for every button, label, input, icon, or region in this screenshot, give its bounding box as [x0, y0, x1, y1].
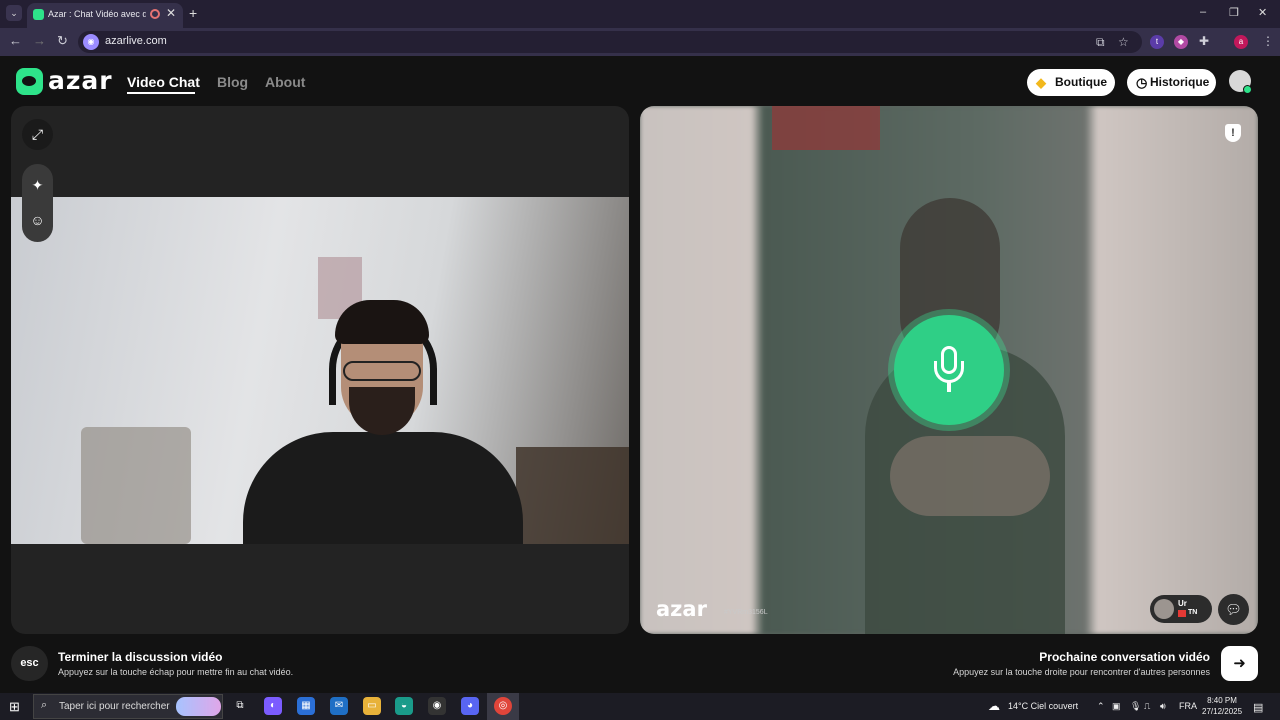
extension-t-icon[interactable]: t: [1150, 35, 1164, 49]
nav-video-chat[interactable]: Video Chat: [127, 74, 200, 90]
background-desk: [516, 447, 629, 544]
azar-watermark: azar: [656, 597, 707, 621]
weather-cloud-icon[interactable]: ☁: [985, 697, 1003, 715]
person-beard: [349, 387, 415, 435]
person-hair: [335, 300, 429, 344]
volume-icon[interactable]: 🔊︎: [1160, 701, 1166, 712]
url-text: azarlive.com: [105, 35, 167, 47]
glasses: [343, 361, 421, 381]
back-arrow-icon[interactable]: ←: [9, 33, 22, 48]
tab-title: Azar : Chat Vidéo avec de n: [48, 9, 146, 19]
azar-logo-icon[interactable]: [16, 68, 43, 95]
file-explorer-icon[interactable]: ▭: [363, 697, 381, 715]
shop-button[interactable]: ◆ Boutique: [1027, 69, 1115, 96]
tray-device-icon[interactable]: ▣: [1112, 701, 1121, 712]
face-filter-icon[interactable]: ☺: [22, 205, 53, 236]
search-placeholder: Taper ici pour rechercher: [59, 701, 170, 712]
weather-text[interactable]: 14°C Ciel couvert: [1008, 701, 1078, 711]
end-chat-title: Terminer la discussion vidéo: [58, 650, 223, 664]
next-chat-arrow-icon[interactable]: ➜: [1221, 646, 1258, 681]
remote-video-panel: ! azar #YVRm3156L Ur TN 💬︎: [640, 106, 1258, 634]
extension-shield-icon[interactable]: ◆: [1174, 35, 1188, 49]
store-icon[interactable]: ▦: [297, 697, 315, 715]
nav-about[interactable]: About: [265, 74, 305, 90]
minimize-icon[interactable]: –: [1200, 6, 1206, 18]
end-chat-hint: Appuyez sur la touche échap pour mettre …: [58, 667, 294, 677]
install-app-icon[interactable]: ⧉: [1096, 35, 1105, 50]
report-shield-icon[interactable]: !: [1225, 124, 1241, 142]
self-camera-feed: [11, 197, 629, 544]
history-button[interactable]: ◷ Historique: [1127, 69, 1216, 96]
chat-bubble-icon[interactable]: 💬︎: [1218, 594, 1249, 625]
network-icon[interactable]: ⎍: [1144, 701, 1150, 712]
taskbar-clock[interactable]: 8:40 PM 27/12/2025: [1202, 695, 1242, 717]
end-chat-button[interactable]: esc: [11, 646, 48, 681]
azar-logo-text[interactable]: azar: [48, 66, 113, 95]
person-hoodie: [243, 432, 523, 544]
effects-toolbar: ✦ ☺: [22, 164, 53, 242]
tray-chevron-icon[interactable]: ⌃: [1097, 701, 1105, 712]
microphone-status-icon: [894, 315, 1004, 425]
new-tab-button[interactable]: +: [189, 5, 197, 21]
site-header: azar Video Chat Blog About ◆ Boutique ◷ …: [0, 56, 1280, 106]
clock-icon: ◷: [1136, 75, 1148, 90]
background-red-sign: [772, 106, 880, 150]
partner-country: TN: [1188, 609, 1198, 616]
chrome-icon[interactable]: ◎: [494, 697, 512, 715]
gem-icon: ◆: [1036, 75, 1046, 90]
partner-avatar: [1154, 599, 1174, 619]
remote-figure-arm: [890, 436, 1050, 516]
discord-icon[interactable]: ◕: [461, 697, 479, 715]
bookmark-star-icon[interactable]: ☆: [1118, 35, 1129, 49]
partner-info-chip[interactable]: Ur TN: [1150, 595, 1212, 623]
browser-tab-strip: ⌄ Azar : Chat Vidéo avec de n ✕ + – ❐ ✕: [0, 0, 1280, 28]
address-bar[interactable]: ◉ azarlive.com ⧉ ☆: [78, 31, 1142, 53]
recording-indicator-icon: [150, 9, 160, 19]
expand-icon[interactable]: ⤢: [22, 119, 53, 150]
online-status-dot: [1243, 85, 1252, 94]
menu-kebab-icon[interactable]: ⋮: [1262, 34, 1274, 48]
profile-icon[interactable]: a: [1234, 35, 1248, 49]
nav-active-underline: [127, 92, 195, 94]
notification-icon[interactable]: ▤: [1253, 701, 1263, 714]
search-highlight-art: [176, 697, 221, 716]
windows-taskbar: ⊞ ⌕ Taper ici pour rechercher ⧉ ◐ ▦ ✉ ▭ …: [0, 693, 1280, 720]
reload-icon[interactable]: ↻: [57, 33, 68, 49]
nav-blog[interactable]: Blog: [217, 74, 248, 90]
obs-icon[interactable]: ◉: [428, 697, 446, 715]
tray-mic-icon[interactable]: 🎙︎: [1130, 701, 1141, 712]
watermark-id: #YVRm3156L: [724, 609, 768, 616]
language-indicator[interactable]: FRA: [1179, 701, 1197, 711]
window-close-icon[interactable]: ✕: [1258, 6, 1267, 19]
edge-icon[interactable]: ◒: [395, 697, 413, 715]
next-chat-title: Prochaine conversation vidéo: [1039, 650, 1210, 664]
search-icon: ⌕: [41, 699, 48, 711]
restore-icon[interactable]: ❐: [1229, 6, 1239, 19]
sparkle-effects-icon[interactable]: ✦: [22, 170, 53, 201]
clock-time: 8:40 PM: [1207, 696, 1237, 705]
shop-label: Boutique: [1055, 75, 1107, 89]
history-label: Historique: [1150, 75, 1210, 89]
partner-name: Ur: [1178, 599, 1187, 608]
tab-search-dropdown[interactable]: ⌄: [6, 5, 22, 21]
browser-tab[interactable]: Azar : Chat Vidéo avec de n ✕: [27, 3, 183, 28]
browser-toolbar: ← → ↻ ◉ azarlive.com ⧉ ☆ t ◆ ✚ a ⋮: [0, 28, 1280, 56]
task-view-icon[interactable]: ⧉: [231, 697, 249, 715]
forward-arrow-icon[interactable]: →: [33, 33, 46, 48]
close-tab-icon[interactable]: ✕: [166, 6, 176, 20]
outlook-icon[interactable]: ✉: [330, 697, 348, 715]
windows-start-icon[interactable]: ⊞: [9, 699, 20, 715]
taskbar-search[interactable]: ⌕ Taper ici pour rechercher: [33, 694, 223, 719]
tunisia-flag-icon: [1178, 610, 1186, 617]
extensions-puzzle-icon[interactable]: ✚: [1199, 34, 1209, 48]
site-info-icon[interactable]: ◉: [83, 34, 99, 50]
azar-favicon-icon: [33, 9, 44, 20]
next-chat-hint: Appuyez sur la touche droite pour rencon…: [953, 667, 1210, 677]
self-video-panel: ⤢ ✦ ☺: [11, 106, 629, 634]
background-chair: [81, 427, 191, 544]
copilot-icon[interactable]: ◐: [264, 697, 282, 715]
clock-date: 27/12/2025: [1202, 707, 1243, 716]
